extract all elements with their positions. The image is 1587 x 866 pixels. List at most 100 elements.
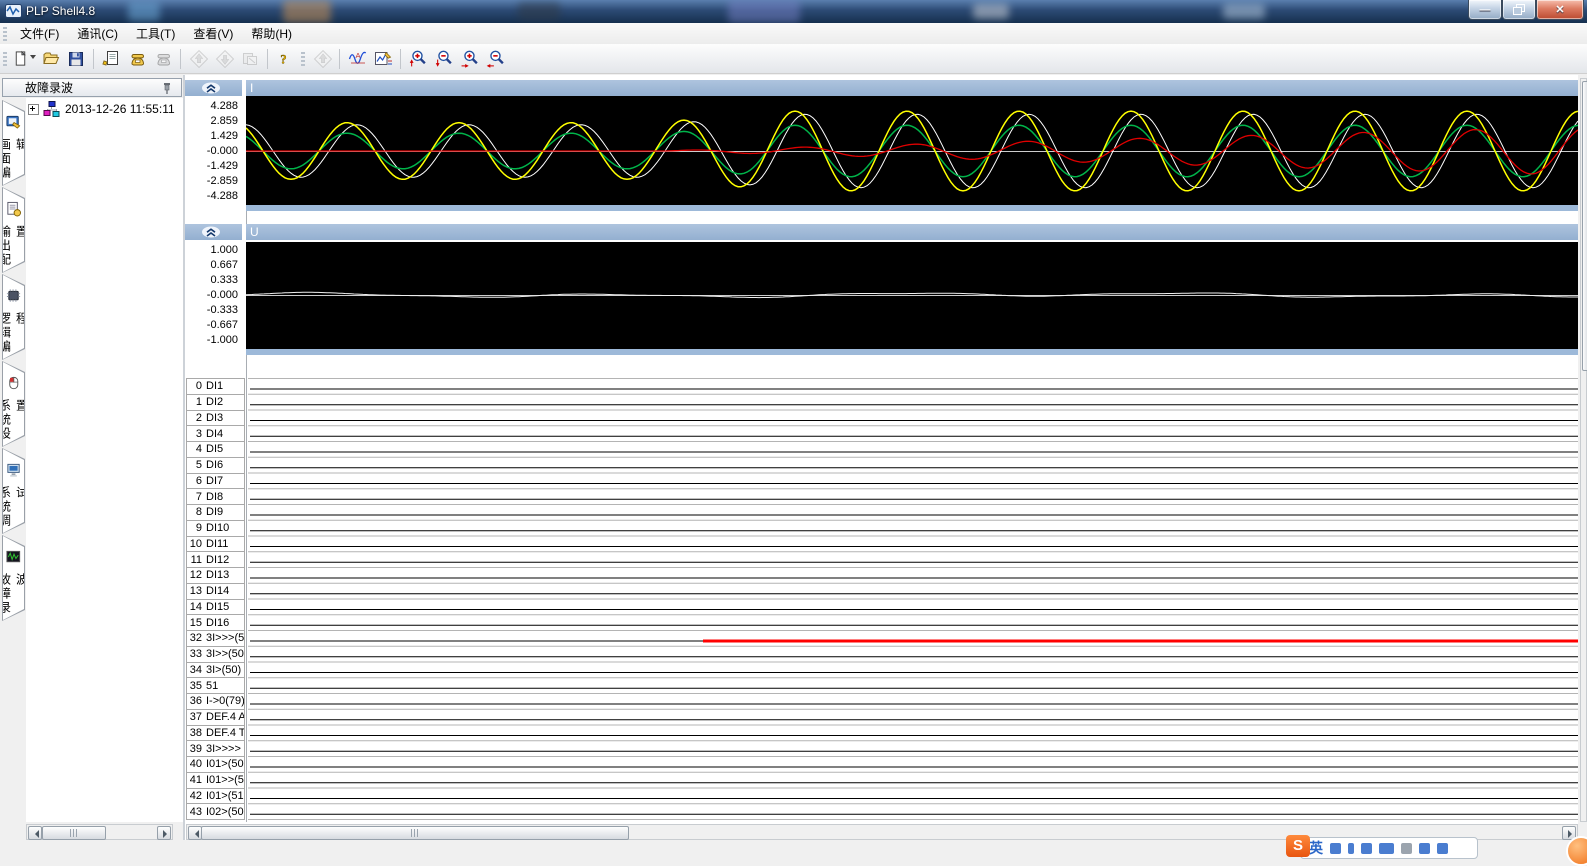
digital-channel-label-0: 0DI1	[186, 378, 245, 395]
ime-mode-label[interactable]: 英	[1309, 838, 1323, 858]
chart-U-plot[interactable]	[246, 242, 1578, 349]
y-tick: 4.288	[186, 101, 238, 112]
ime-keyboard-icon[interactable]	[1379, 843, 1394, 854]
svg-text:?: ?	[280, 52, 286, 66]
ime-wrench-icon[interactable]	[1437, 843, 1448, 854]
main-hscroll-thumb[interactable]	[201, 826, 629, 840]
y-tick: -4.288	[186, 191, 238, 202]
chart-U-bottom-strip	[246, 349, 1578, 355]
open-button[interactable]	[37, 46, 63, 72]
chart-I-header: I	[246, 80, 1578, 96]
side-tab-1[interactable]: 画面编辑	[2, 100, 25, 186]
main-hscroll-left-button[interactable]	[188, 826, 202, 840]
ime-toolbar[interactable]: 英	[1300, 837, 1478, 859]
menu-item-3[interactable]: 查看(V)	[184, 23, 242, 44]
output-config-icon	[5, 201, 23, 221]
screen-edit-icon	[5, 114, 23, 134]
new-dropdown-caret	[30, 55, 36, 62]
svg-text:A: A	[355, 51, 360, 60]
tree-hscrollbar[interactable]	[26, 824, 173, 840]
record-node-icon	[43, 101, 61, 117]
menu-item-0[interactable]: 文件(F)	[11, 23, 68, 44]
ime-user-icon[interactable]	[1401, 843, 1412, 854]
y-tick: 0.667	[186, 260, 238, 271]
window-title: PLP Shell4.8	[26, 4, 95, 18]
save-button[interactable]	[63, 46, 89, 72]
side-tab-6[interactable]: 故障录波	[2, 535, 25, 621]
side-tab-3[interactable]: 逻辑编程	[2, 274, 25, 360]
zoom-out-vertical-button[interactable]	[431, 46, 457, 72]
digital-channel-label-41: 41I01>>(5	[186, 772, 245, 789]
toolbar: ?A	[0, 44, 1587, 74]
digital-channel-label-38: 38DEF.4 T	[186, 725, 245, 742]
main-vscroll-thumb[interactable]	[1582, 81, 1587, 371]
side-tab-2[interactable]: 输出配置	[2, 187, 25, 273]
chart-U-header-left	[185, 224, 242, 240]
toolbar-separator	[180, 49, 181, 69]
ime-pen-icon[interactable]	[1330, 843, 1341, 854]
series-U0-white	[246, 292, 1578, 297]
toolbar-grip[interactable]	[301, 52, 305, 66]
ime-mic-icon[interactable]	[1361, 843, 1372, 854]
waveform-view-button[interactable]: A	[344, 46, 370, 72]
tree-hscroll-left-button[interactable]	[28, 826, 42, 840]
close-button[interactable]: ✕	[1536, 0, 1584, 20]
restore-button[interactable]	[1502, 0, 1536, 20]
tree-item-label[interactable]: 2013-12-26 11:55:11	[65, 102, 175, 116]
digital-channel-label-2: 2DI3	[186, 410, 245, 427]
chart-U-header: U	[246, 224, 1578, 240]
digital-channel-label-5: 5DI6	[186, 457, 245, 474]
side-tab-5[interactable]: 系统调试	[2, 448, 25, 534]
collapse-chart-I-button[interactable]	[201, 82, 221, 94]
toolbar-grip[interactable]	[3, 52, 7, 66]
tree-hscroll-right-button[interactable]	[157, 826, 171, 840]
side-tab-4[interactable]: 系统设置	[2, 361, 25, 447]
pin-icon[interactable]	[161, 82, 173, 95]
chart-U-axis-labels: 1.0000.6670.333-0.000-0.333-0.667-1.000	[186, 242, 238, 350]
label-column-divider	[246, 355, 247, 822]
digital-channel-label-10: 10DI11	[186, 536, 245, 553]
digital-channel-label-39: 393I>>>>	[186, 740, 245, 757]
zoom-out-horizontal-button[interactable]	[483, 46, 509, 72]
new-button[interactable]	[11, 46, 37, 72]
tree-expander-icon[interactable]	[28, 104, 39, 115]
tree-item[interactable]: 2013-12-26 11:55:11	[26, 101, 175, 117]
toolbar-separator	[400, 49, 401, 69]
y-tick: -0.000	[186, 146, 238, 157]
menu-item-1[interactable]: 通讯(C)	[68, 23, 127, 44]
y-tick: 2.859	[186, 116, 238, 127]
y-tick: -0.333	[186, 305, 238, 316]
upload-button	[185, 46, 211, 72]
chart-config-button[interactable]	[370, 46, 396, 72]
menu-bar: 文件(F)通讯(C)工具(T)查看(V)帮助(H)	[0, 23, 1587, 45]
menu-item-4[interactable]: 帮助(H)	[242, 23, 301, 44]
chart-U-title: U	[250, 225, 259, 239]
tree-hscroll-thumb[interactable]	[42, 826, 106, 840]
y-tick: -1.000	[186, 335, 238, 346]
ime-menu-icon[interactable]	[1348, 843, 1354, 854]
y-tick: -0.000	[186, 290, 238, 301]
digital-channel-label-37: 37DEF.4 A	[186, 709, 245, 726]
digital-channel-label-13: 13DI14	[186, 583, 245, 600]
collapse-chart-U-button[interactable]	[201, 226, 221, 238]
menubar-grip[interactable]	[3, 27, 7, 41]
minimize-button[interactable]: —	[1468, 0, 1502, 20]
chart-I-plot[interactable]	[246, 96, 1578, 205]
zoom-in-horizontal-button[interactable]	[457, 46, 483, 72]
ime-floating-ball[interactable]	[1566, 836, 1587, 866]
digital-channel-label-4: 4DI5	[186, 441, 245, 458]
digital-channel-label-40: 40I01>(50	[186, 756, 245, 773]
y-tick: -2.859	[186, 176, 238, 187]
dial-connect-button[interactable]	[124, 46, 150, 72]
digital-channel-traces	[248, 378, 1578, 822]
menu-item-2[interactable]: 工具(T)	[127, 23, 184, 44]
ime-toolbox-icon[interactable]	[1419, 843, 1430, 854]
help-button[interactable]: ?	[272, 46, 298, 72]
digital-channel-label-1: 1DI2	[186, 394, 245, 411]
ime-logo[interactable]: S	[1286, 835, 1310, 857]
properties-button[interactable]	[98, 46, 124, 72]
y-tick: 0.333	[186, 275, 238, 286]
zoom-in-vertical-button[interactable]	[405, 46, 431, 72]
main-vscrollbar[interactable]	[1580, 78, 1587, 822]
digital-channel-label-43: 43I02>(50	[186, 803, 245, 820]
